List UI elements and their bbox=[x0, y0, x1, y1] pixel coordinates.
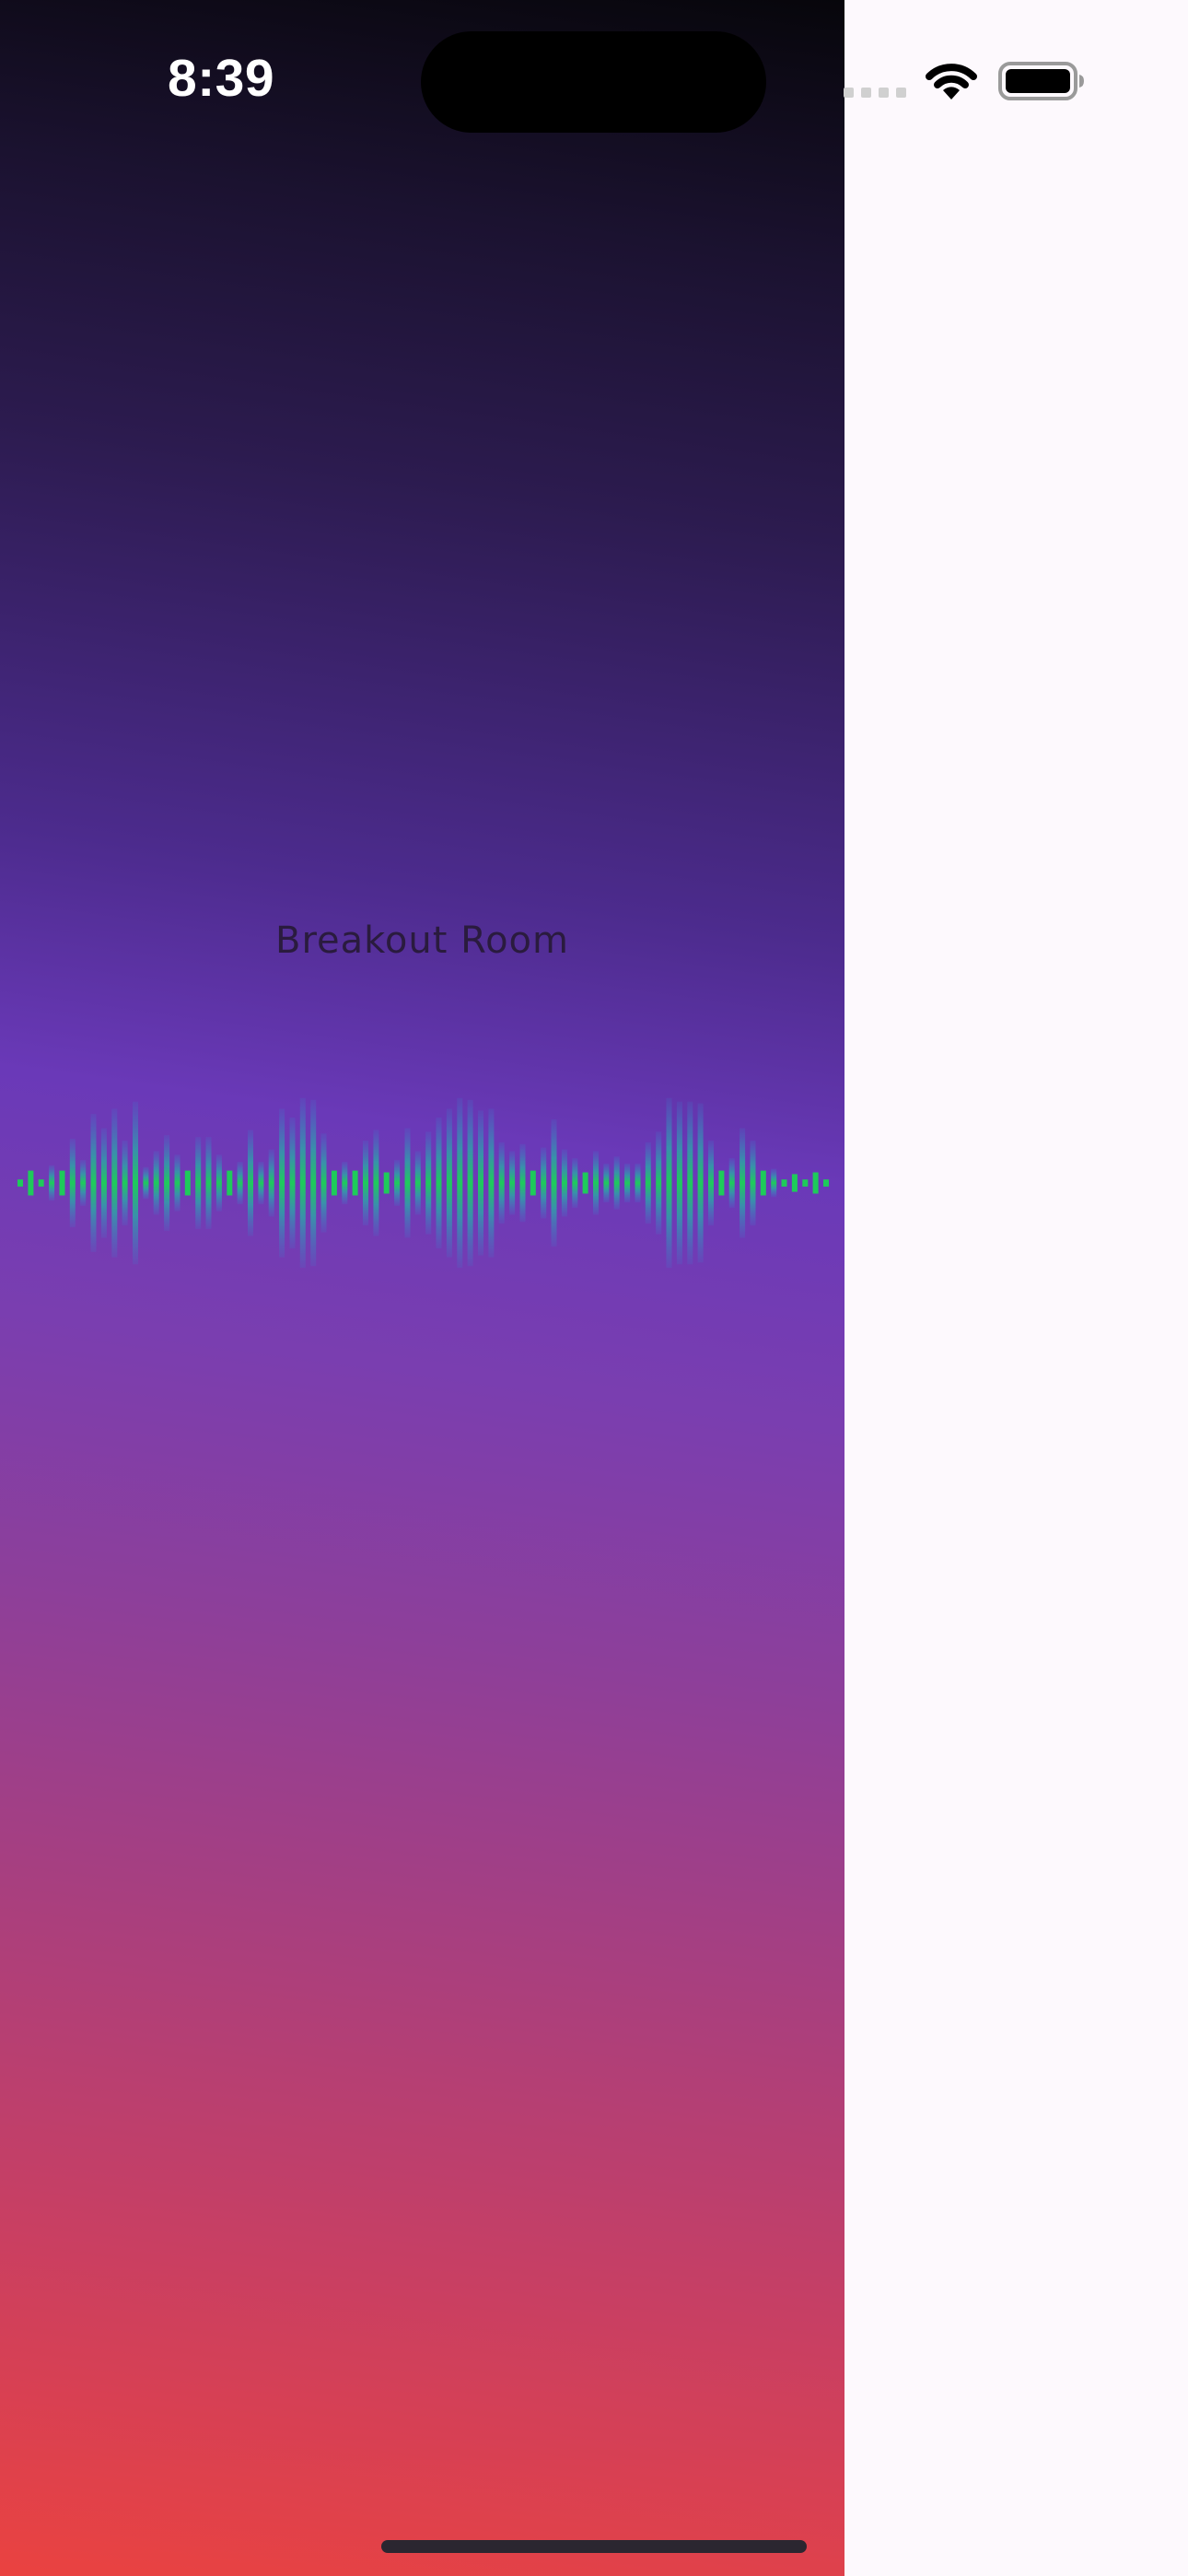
waveform-bar bbox=[708, 1140, 714, 1226]
waveform-bar bbox=[49, 1165, 55, 1201]
waveform-bar bbox=[509, 1151, 516, 1215]
waveform-bar bbox=[299, 1097, 306, 1269]
waveform-bar bbox=[760, 1170, 766, 1196]
waveform-bar bbox=[666, 1097, 672, 1269]
waveform-bar bbox=[289, 1118, 296, 1249]
screen: Breakout Room 8:39 bbox=[0, 0, 1188, 2576]
waveform-bar bbox=[215, 1154, 222, 1212]
waveform-bar bbox=[812, 1172, 819, 1194]
waveform-bar bbox=[279, 1108, 285, 1258]
waveform-bar bbox=[425, 1131, 432, 1235]
waveform-bar bbox=[227, 1170, 233, 1196]
waveform-bar bbox=[383, 1172, 390, 1194]
waveform-bar bbox=[676, 1101, 682, 1265]
waveform-bar bbox=[342, 1162, 348, 1205]
waveform-bar bbox=[17, 1179, 23, 1187]
waveform-bar bbox=[90, 1114, 97, 1252]
waveform-bar bbox=[728, 1158, 735, 1208]
waveform-bar bbox=[153, 1151, 159, 1215]
waveform-bar bbox=[352, 1170, 358, 1196]
waveform-bar bbox=[593, 1151, 599, 1215]
battery-icon bbox=[998, 62, 1084, 100]
waveform-bar bbox=[320, 1133, 327, 1233]
waveform-bar bbox=[478, 1110, 483, 1256]
waveform-bar bbox=[488, 1108, 495, 1258]
waveform-bar bbox=[436, 1118, 442, 1249]
waveform-bar bbox=[80, 1160, 87, 1206]
waveform-bar bbox=[184, 1170, 191, 1196]
waveform-bar bbox=[394, 1160, 401, 1206]
waveform-bar bbox=[331, 1170, 337, 1196]
waveform-bars bbox=[17, 1097, 829, 1269]
waveform-bar bbox=[791, 1174, 798, 1192]
wifi-icon bbox=[926, 64, 977, 100]
waveform-bar bbox=[100, 1128, 107, 1238]
breakout-room-view: Breakout Room bbox=[0, 0, 844, 2576]
waveform-bar bbox=[561, 1149, 567, 1217]
waveform-bar bbox=[467, 1099, 473, 1267]
waveform-bar bbox=[551, 1118, 557, 1247]
waveform-bar bbox=[687, 1101, 693, 1265]
home-indicator[interactable] bbox=[381, 2540, 807, 2553]
waveform-bar bbox=[310, 1099, 317, 1267]
waveform-bar bbox=[373, 1130, 379, 1236]
waveform-bar bbox=[111, 1108, 118, 1258]
waveform-bar bbox=[258, 1162, 264, 1205]
waveform-bar bbox=[205, 1137, 212, 1229]
waveform-bar bbox=[38, 1179, 44, 1187]
waveform-bar bbox=[133, 1101, 138, 1265]
waveform-bar bbox=[645, 1142, 651, 1224]
waveform-bar bbox=[740, 1128, 746, 1238]
waveform-bar bbox=[613, 1156, 620, 1210]
waveform-bar bbox=[802, 1179, 809, 1187]
waveform-bar bbox=[781, 1179, 787, 1187]
waveform-bar bbox=[122, 1140, 128, 1226]
waveform-bar bbox=[414, 1151, 421, 1215]
waveform-bar bbox=[823, 1179, 829, 1187]
waveform-bar bbox=[457, 1097, 463, 1269]
waveform-bar bbox=[572, 1158, 578, 1208]
waveform-bar bbox=[404, 1128, 411, 1238]
waveform-bar bbox=[164, 1135, 170, 1231]
waveform-bar bbox=[195, 1137, 202, 1229]
waveform-bar bbox=[69, 1139, 76, 1227]
dynamic-island bbox=[421, 31, 766, 133]
waveform-bar bbox=[363, 1140, 368, 1226]
waveform-bar bbox=[624, 1163, 631, 1203]
waveform-bar bbox=[28, 1170, 34, 1196]
waveform-bar bbox=[771, 1168, 777, 1198]
waveform-bar bbox=[718, 1170, 725, 1196]
waveform-bar bbox=[750, 1140, 756, 1226]
waveform-bar bbox=[174, 1154, 181, 1212]
waveform-bar bbox=[541, 1147, 547, 1219]
cellular-signal-icon bbox=[844, 88, 906, 99]
waveform-bar bbox=[635, 1163, 641, 1203]
waveform-bar bbox=[697, 1103, 704, 1263]
waveform-bar bbox=[268, 1149, 274, 1217]
waveform-bar bbox=[603, 1163, 610, 1203]
waveform-bar bbox=[237, 1162, 243, 1205]
waveform-bar bbox=[530, 1170, 536, 1196]
audio-waveform-icon bbox=[17, 1097, 829, 1269]
waveform-bar bbox=[498, 1142, 505, 1224]
waveform-bar bbox=[656, 1131, 662, 1235]
status-time: 8:39 bbox=[168, 49, 275, 108]
waveform-bar bbox=[143, 1166, 149, 1200]
waveform-bar bbox=[582, 1172, 588, 1194]
room-title: Breakout Room bbox=[275, 919, 569, 962]
waveform-bar bbox=[59, 1170, 65, 1196]
status-bar: 8:39 bbox=[0, 0, 1188, 157]
waveform-bar bbox=[519, 1143, 526, 1223]
waveform-bar bbox=[446, 1108, 452, 1258]
waveform-bar bbox=[248, 1130, 253, 1236]
